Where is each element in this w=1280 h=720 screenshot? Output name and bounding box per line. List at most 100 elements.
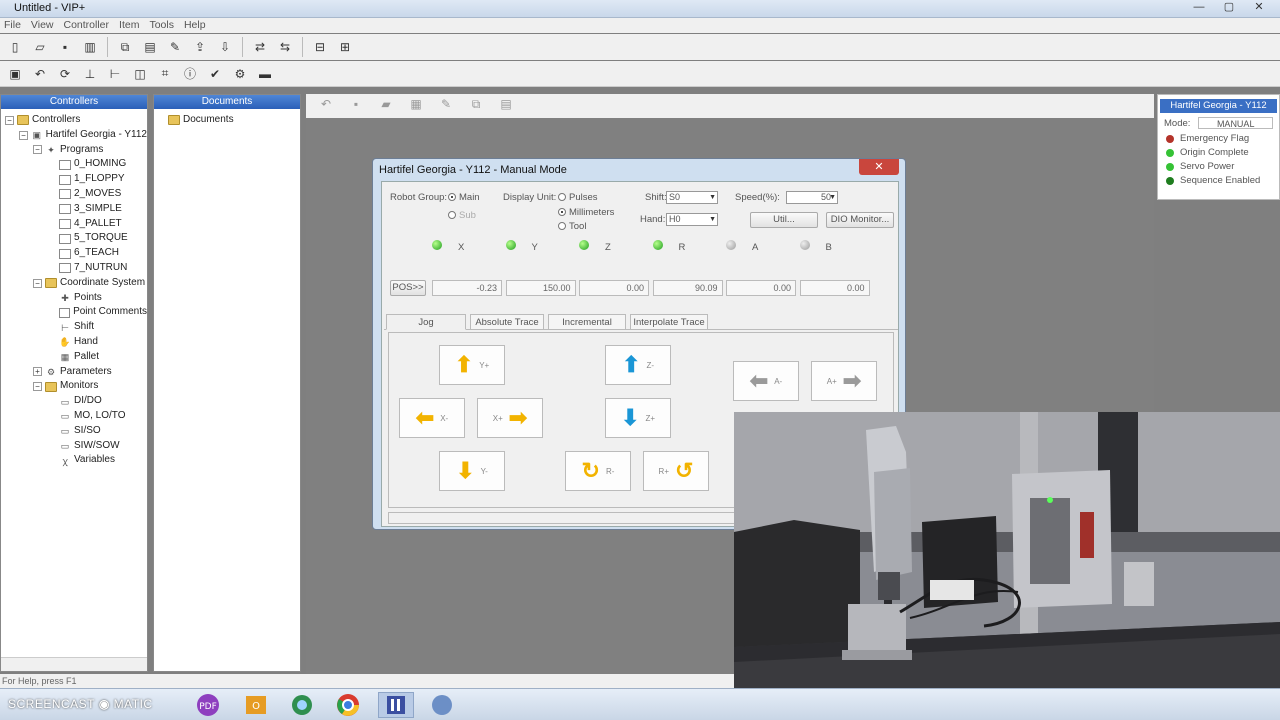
settings-gear-icon[interactable]: ⚙ [229,63,251,85]
robot-group-sub-radio[interactable]: Sub [448,210,476,221]
controller-icon[interactable]: ▥ [79,36,101,58]
jog-x-plus-button[interactable]: X+ ➡ [477,398,543,438]
tab-absolute-trace[interactable]: Absolute Trace [470,314,544,330]
util-button[interactable]: Util... [750,212,818,228]
tree-item[interactable]: ▭ SI/SO [1,424,147,439]
expand-toggle-icon[interactable]: − [33,278,42,288]
tree-item[interactable]: − ▣ Hartifel Georgia - Y112 [1,128,147,143]
compare-icon[interactable]: ⇄ [249,36,271,58]
tree-item[interactable]: 6_TEACH [1,246,147,261]
tree-item[interactable]: 7_NUTRUN [1,261,147,276]
tree-item[interactable]: 4_PALLET [1,217,147,232]
tree-item[interactable]: ▭ SIW/SOW [1,439,147,454]
tree-item[interactable]: ✋ Hand [1,335,147,350]
tree2-icon[interactable]: ⊞ [334,36,356,58]
tree-item[interactable]: Point Comments [1,305,147,320]
tree-icon[interactable]: ⊟ [309,36,331,58]
jog-y-plus-button[interactable]: ⬆ Y+ [439,345,505,385]
info-icon[interactable]: ⓘ [179,63,201,85]
expand-toggle-icon[interactable]: + [33,367,42,377]
paste-disabled-icon[interactable]: ▤ [496,97,516,115]
expand-toggle-icon[interactable]: − [33,382,42,392]
tree-item[interactable]: ▭ MO, LO/TO [1,409,147,424]
tree-item[interactable]: + ⚙ Parameters [1,365,147,380]
network-app-icon[interactable] [284,692,320,718]
new-file-icon[interactable]: ▯ [4,36,26,58]
run-disabled-icon[interactable]: ▦ [406,97,426,115]
jog-r-plus-button[interactable]: R+ ↺ [643,451,709,491]
menu-view[interactable]: View [31,18,54,33]
tree-item[interactable]: − ✦ Programs [1,143,147,158]
tree-item[interactable]: 3_SIMPLE [1,202,147,217]
menu-file[interactable]: File [4,18,21,33]
paste-icon[interactable]: ▤ [139,36,161,58]
vip-app-icon[interactable] [378,692,414,718]
undo-icon[interactable]: ↶ [29,63,51,85]
hand-select[interactable]: H0 [666,213,718,226]
open-file-icon[interactable]: ▱ [29,36,51,58]
copy-disabled-icon[interactable]: ⧉ [466,97,486,115]
undo-disabled-icon[interactable]: ↶ [316,97,336,115]
maximize-button[interactable]: ▢ [1218,0,1240,14]
tree-item[interactable]: 1_FLOPPY [1,172,147,187]
tree-item[interactable]: ꭓ Variables [1,453,147,468]
tab-jog[interactable]: Jog [386,314,466,330]
tab-interpolate-trace[interactable]: Interpolate Trace [630,314,708,330]
pen-disabled-icon[interactable]: ✎ [436,97,456,115]
jog-z-plus-button[interactable]: ⬇ Z+ [605,398,671,438]
pdf-app-icon[interactable]: PDF [190,692,226,718]
terminal-icon[interactable]: ▬ [254,63,276,85]
tab-incremental-trace[interactable]: Incremental Trace [548,314,626,344]
tree-item[interactable]: ▦ Pallet [1,350,147,365]
speed-input[interactable]: 50 [786,191,838,204]
download-icon[interactable]: ⇩ [214,36,236,58]
tree-item[interactable]: 2_MOVES [1,187,147,202]
jog-a-plus-button[interactable]: A+ ➡ [811,361,877,401]
menu-tools[interactable]: Tools [149,18,174,33]
menu-controller[interactable]: Controller [64,18,110,33]
unit-millimeters-radio[interactable]: Millimeters [558,207,614,218]
documents-root[interactable]: Documents [168,113,300,128]
chrome-app-icon[interactable] [330,692,366,718]
outlook-app-icon[interactable]: O [238,692,274,718]
copy-icon[interactable]: ⧉ [114,36,136,58]
close-window-button[interactable]: ✕ [1248,0,1270,14]
tree-item[interactable]: 5_TORQUE [1,231,147,246]
expand-toggle-icon[interactable]: − [19,130,28,140]
edit-icon[interactable]: ✎ [164,36,186,58]
save-file-icon[interactable]: ▪ [54,36,76,58]
save-disabled-icon[interactable]: ▪ [346,97,366,115]
expand-toggle-icon[interactable]: − [33,145,42,155]
robot-icon[interactable]: ▣ [4,63,26,85]
axis-icon[interactable]: ⊢ [104,63,126,85]
horizontal-scrollbar[interactable] [1,657,147,671]
jog-a-minus-button[interactable]: ⬅ A- [733,361,799,401]
minimize-button[interactable]: — [1188,0,1210,14]
tree-item[interactable]: − Coordinate System [1,276,147,291]
tree-item[interactable]: 0_HOMING [1,157,147,172]
robot-group-main-radio[interactable]: Main [448,192,480,203]
menu-help[interactable]: Help [184,18,206,33]
frame-icon[interactable]: ⌗ [154,63,176,85]
tree-item[interactable]: − Controllers [1,113,147,128]
tree-item[interactable]: − Monitors [1,379,147,394]
menu-item[interactable]: Item [119,18,139,33]
unit-pulses-radio[interactable]: Pulses [558,192,598,203]
shift-select[interactable]: S0 [666,191,718,204]
tree-item[interactable]: ▭ DI/DO [1,394,147,409]
print-disabled-icon[interactable]: ▰ [376,97,396,115]
check-icon[interactable]: ✔ [204,63,226,85]
jog-icon[interactable]: ⊥ [79,63,101,85]
jog-x-minus-button[interactable]: ⬅ X- [399,398,465,438]
jog-y-minus-button[interactable]: ⬇ Y- [439,451,505,491]
jog-r-minus-button[interactable]: ↻ R- [565,451,631,491]
refresh-icon[interactable]: ⟳ [54,63,76,85]
unit-tool-radio[interactable]: Tool [558,221,586,232]
expand-toggle-icon[interactable]: − [5,115,14,125]
dialog-close-button[interactable]: ✕ [859,159,899,175]
upload-icon[interactable]: ⇪ [189,36,211,58]
tree-item[interactable]: ⊢ Shift [1,320,147,335]
pos-button[interactable]: POS>> [390,280,426,296]
jog-z-minus-button[interactable]: ⬆ Z- [605,345,671,385]
split-icon[interactable]: ◫ [129,63,151,85]
